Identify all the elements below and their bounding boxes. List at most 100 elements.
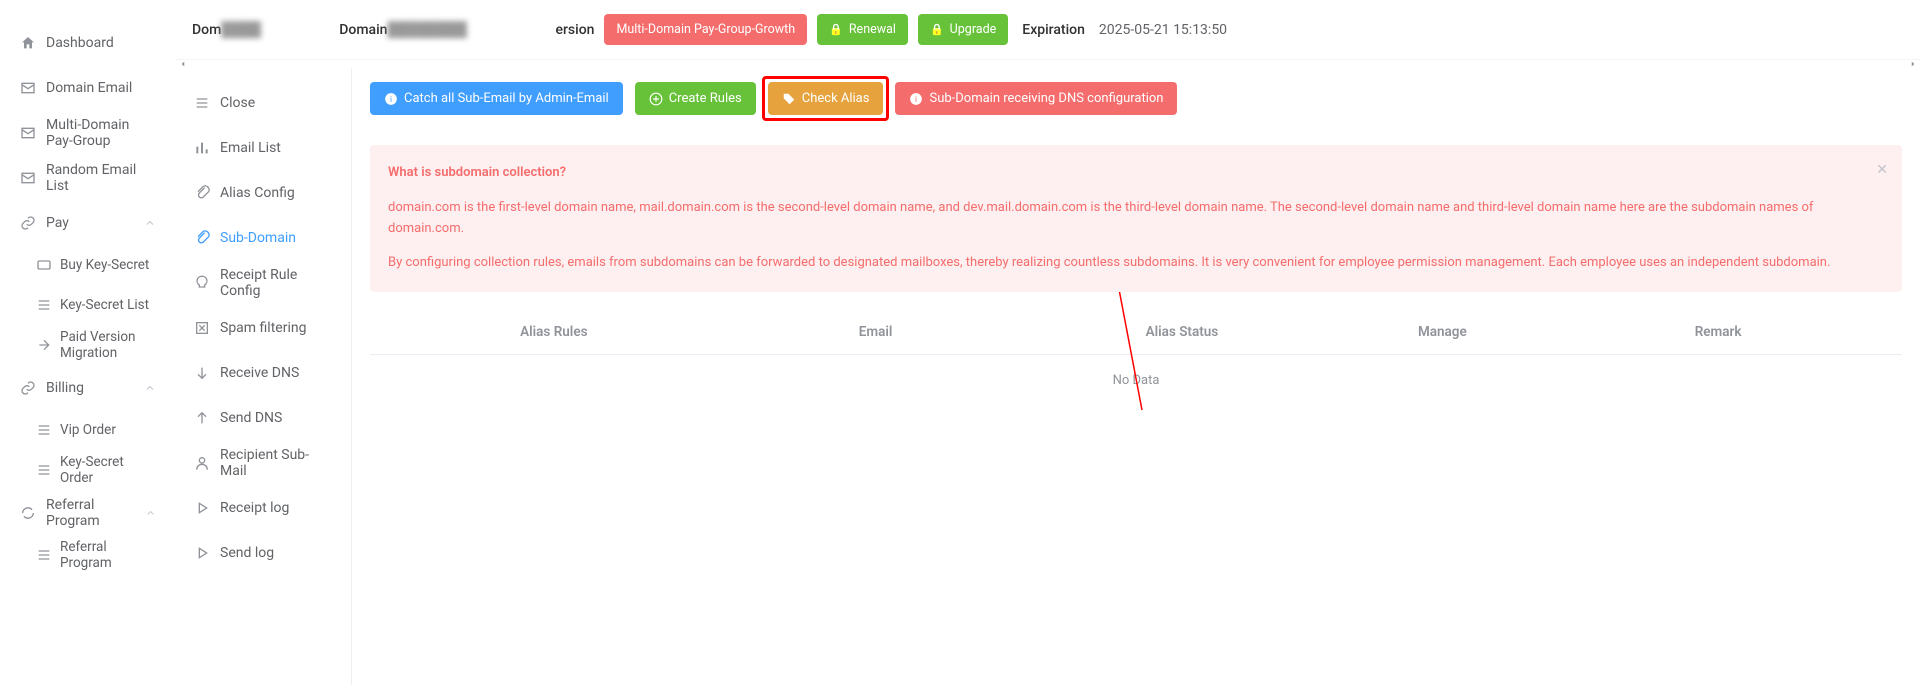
submenu-recipient-sub-mail[interactable]: Recipient Sub-Mail xyxy=(176,440,351,485)
arrow-up-icon xyxy=(194,410,210,426)
submenu-label: Close xyxy=(220,95,255,111)
expiration-label: Expiration xyxy=(1022,22,1085,38)
sidebar-item-dashboard[interactable]: Dashboard xyxy=(0,20,176,65)
play-icon xyxy=(194,545,210,561)
dns-config-button[interactable]: i Sub-Domain receiving DNS configuration xyxy=(895,82,1177,115)
submenu-alias-config[interactable]: Alias Config xyxy=(176,170,351,215)
mail-icon xyxy=(20,125,36,141)
submenu-label: Receipt log xyxy=(220,500,289,516)
sidebar-item-label: Pay xyxy=(46,215,69,231)
submenu-sub-domain[interactable]: Sub-Domain xyxy=(176,215,351,260)
svg-text:i: i xyxy=(390,93,392,103)
table-header-cell: Alias Status xyxy=(1013,324,1350,340)
plan-badge-button[interactable]: Multi-Domain Pay-Group-Growth xyxy=(604,14,807,45)
submenu-send-log[interactable]: Send log xyxy=(176,530,351,575)
alert-paragraph: By configuring collection rules, emails … xyxy=(388,253,1862,274)
tag-icon xyxy=(782,92,796,106)
square-x-icon xyxy=(194,320,210,336)
play-icon xyxy=(194,500,210,516)
alert-paragraph: domain.com is the first-level domain nam… xyxy=(388,198,1862,240)
sidebar-item-label: Billing xyxy=(46,380,84,396)
sidebar-item-label: Buy Key-Secret xyxy=(60,257,149,273)
sidebar-item-paid-version-migration[interactable]: Paid Version Migration xyxy=(0,325,176,365)
plus-circle-icon xyxy=(649,92,663,106)
list-icon xyxy=(36,297,52,313)
sidebar-item-label: Dashboard xyxy=(46,35,114,51)
submenu-email-list[interactable]: Email List xyxy=(176,125,351,170)
submenu-send-dns[interactable]: Send DNS xyxy=(176,395,351,440)
action-buttons: i Catch all Sub-Email by Admin-Email Cre… xyxy=(370,82,1902,115)
dom-value-redacted: ████ xyxy=(221,21,331,38)
list-icon xyxy=(36,462,52,478)
sidebar-item-multi-domain-pay-group[interactable]: Multi-Domain Pay-Group xyxy=(0,110,176,155)
submenu-receive-dns[interactable]: Receive DNS xyxy=(176,350,351,395)
table-header-cell: Email xyxy=(738,324,1014,340)
table-header-cell: Alias Rules xyxy=(370,324,738,340)
sidebar-item-label: Vip Order xyxy=(60,422,116,438)
home-icon xyxy=(20,35,36,51)
table-header-cell: Manage xyxy=(1350,324,1534,340)
sidebar-item-label: Referral Program xyxy=(46,497,145,529)
link-icon xyxy=(20,215,36,231)
domain-label: Domain xyxy=(339,22,387,38)
clip-icon xyxy=(194,185,210,201)
table-header: Alias Rules Email Alias Status Manage Re… xyxy=(370,310,1902,355)
workspace: Close Email List Alias Config Sub-Domain… xyxy=(176,68,1920,685)
mail-icon xyxy=(20,170,36,186)
check-alias-button[interactable]: Check Alias xyxy=(768,82,884,115)
sidebar-item-key-secret-order[interactable]: Key-Secret Order xyxy=(0,450,176,490)
sidebar-item-label: Multi-Domain Pay-Group xyxy=(46,117,156,149)
caret-left-icon[interactable] xyxy=(178,59,188,69)
clip-icon xyxy=(194,230,210,246)
table-empty-state: No Data xyxy=(370,355,1902,406)
sidebar-item-label: Paid Version Migration xyxy=(60,329,156,361)
sidebar-item-random-email-list[interactable]: Random Email List xyxy=(0,155,176,200)
submenu-label: Send DNS xyxy=(220,410,282,426)
domain-value-redacted: ████████ xyxy=(387,21,547,38)
expiration-value: 2025-05-21 15:13:50 xyxy=(1099,22,1227,38)
sidebar-item-label: Referral Program xyxy=(60,539,156,571)
highlight-annotation: Check Alias xyxy=(762,76,890,121)
submenu-label: Receipt Rule Config xyxy=(220,267,333,299)
svg-text:i: i xyxy=(915,93,917,103)
renewal-button[interactable]: Renewal xyxy=(817,14,908,45)
sidebar-item-vip-order[interactable]: Vip Order xyxy=(0,410,176,450)
sidebar-item-buy-key-secret[interactable]: Buy Key-Secret xyxy=(0,245,176,285)
sidebar-item-domain-email[interactable]: Domain Email xyxy=(0,65,176,110)
migrate-icon xyxy=(36,337,52,353)
sidebar-item-referral-program-child[interactable]: Referral Program xyxy=(0,535,176,575)
main-content: i Catch all Sub-Email by Admin-Email Cre… xyxy=(352,68,1920,685)
table-header-cell: Remark xyxy=(1534,324,1902,340)
sidebar-item-billing[interactable]: Billing xyxy=(0,365,176,410)
alert-close-button[interactable]: ✕ xyxy=(1876,159,1888,181)
sidebar-item-label: Random Email List xyxy=(46,162,156,194)
list-icon xyxy=(36,547,52,563)
submenu-label: Alias Config xyxy=(220,185,295,201)
alert-title: What is subdomain collection? xyxy=(388,163,1862,184)
upgrade-button[interactable]: Upgrade xyxy=(918,14,1008,45)
sidebar-item-key-secret-list[interactable]: Key-Secret List xyxy=(0,285,176,325)
create-rules-button[interactable]: Create Rules xyxy=(635,82,756,115)
submenu: Close Email List Alias Config Sub-Domain… xyxy=(176,68,352,685)
mail-icon xyxy=(20,80,36,96)
chevron-up-icon xyxy=(144,217,156,229)
submenu-receipt-rule-config[interactable]: Receipt Rule Config xyxy=(176,260,351,305)
chevron-up-icon xyxy=(144,382,156,394)
sidebar-item-pay[interactable]: Pay xyxy=(0,200,176,245)
lock-icon xyxy=(829,22,843,37)
submenu-label: Spam filtering xyxy=(220,320,306,336)
panel: Dom ████ Domain ████████ ersion Multi-Do… xyxy=(176,0,1920,685)
catch-all-button[interactable]: i Catch all Sub-Email by Admin-Email xyxy=(370,82,623,115)
sidebar-item-label: Key-Secret Order xyxy=(60,454,156,486)
lock-icon xyxy=(930,22,944,37)
chevron-up-icon xyxy=(145,507,156,519)
info-icon: i xyxy=(384,92,398,106)
submenu-receipt-log[interactable]: Receipt log xyxy=(176,485,351,530)
submenu-spam-filtering[interactable]: Spam filtering xyxy=(176,305,351,350)
info-alert: ✕ What is subdomain collection? domain.c… xyxy=(370,145,1902,292)
sidebar-item-referral-program[interactable]: Referral Program xyxy=(0,490,176,535)
person-icon xyxy=(194,455,210,471)
submenu-close[interactable]: Close xyxy=(176,80,351,125)
submenu-label: Receive DNS xyxy=(220,365,299,381)
bars-icon xyxy=(194,140,210,156)
